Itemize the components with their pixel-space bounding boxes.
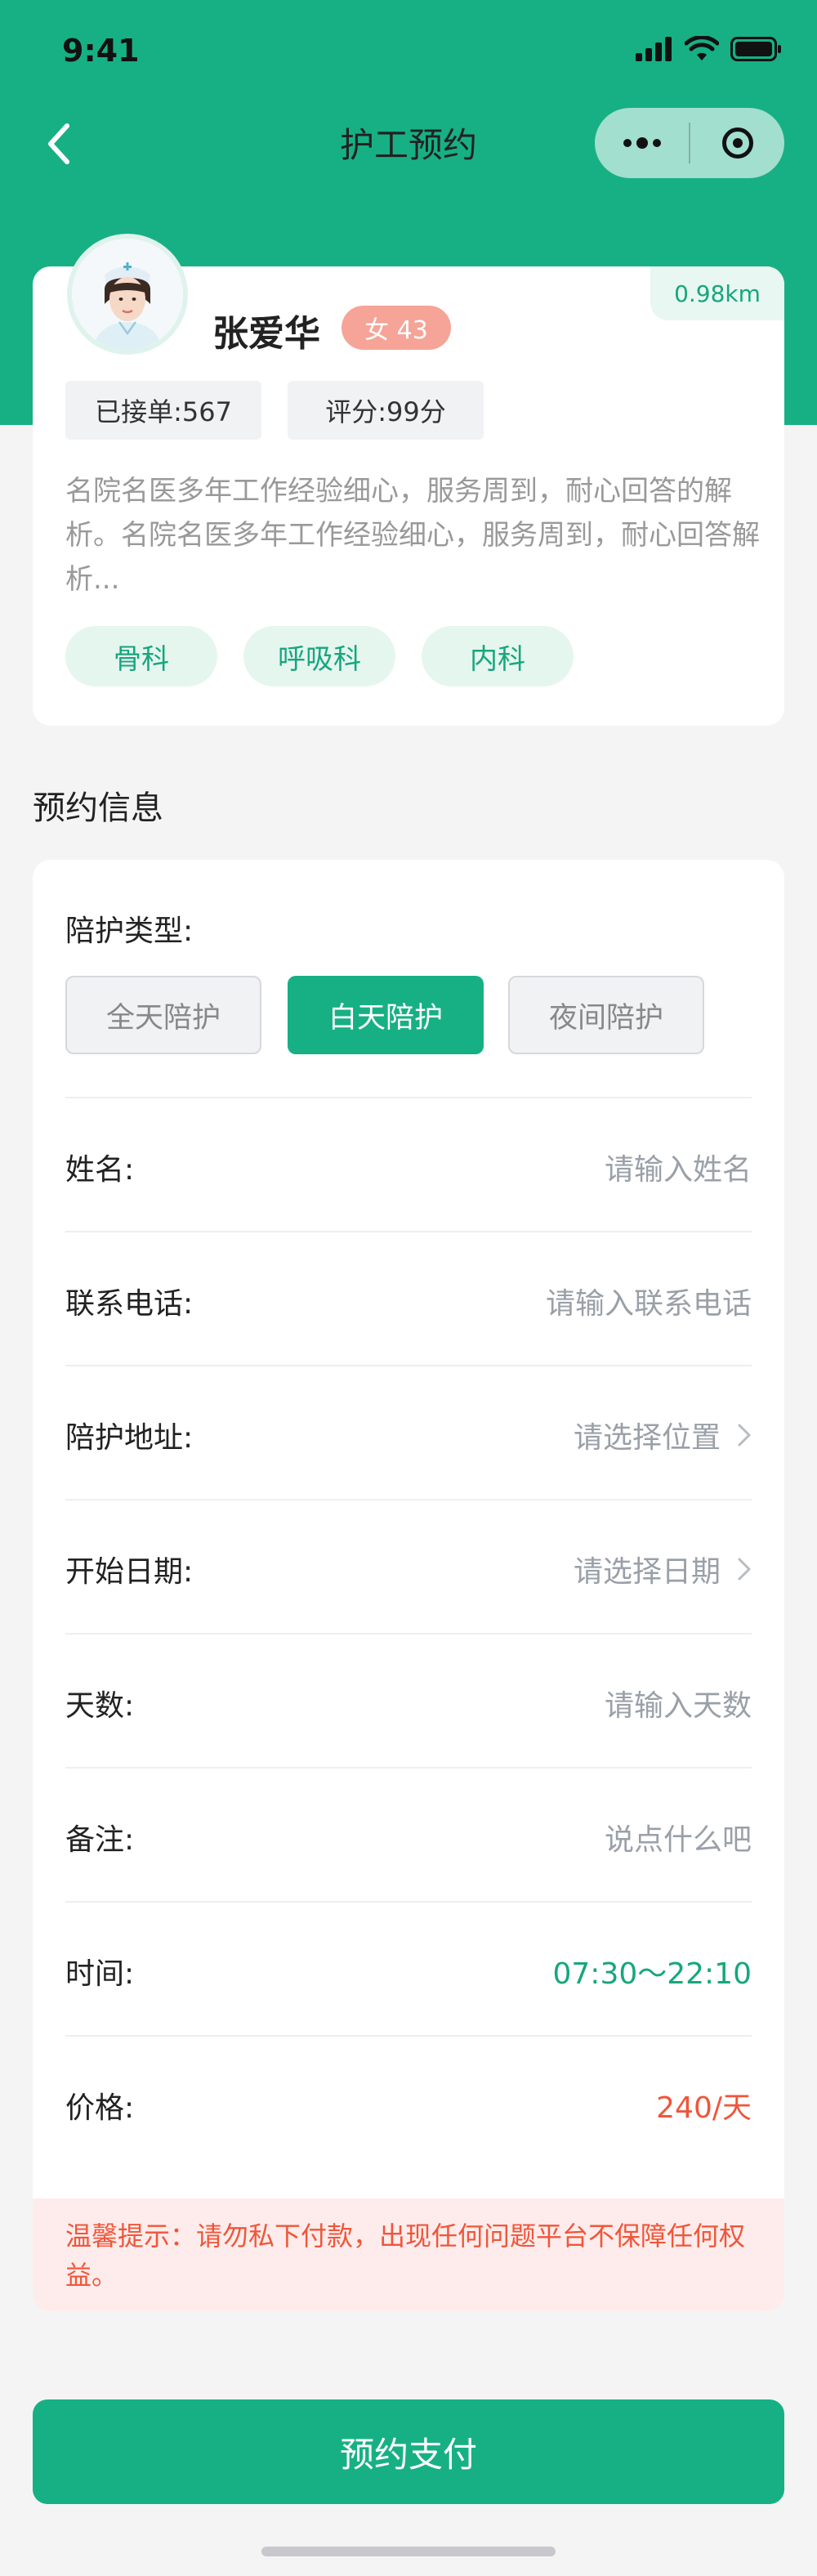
booking-form-card: 陪护类型: 全天陪护 白天陪护 夜间陪护 姓名: 请输入姓名 联系电话: 请输入… xyxy=(33,860,784,2311)
status-icons xyxy=(636,36,783,62)
name-row: 姓名: 请输入姓名 xyxy=(65,1097,752,1232)
care-type-option-night[interactable]: 夜间陪护 xyxy=(508,976,704,1054)
care-type-label: 陪护类型: xyxy=(65,915,194,948)
phone-label: 联系电话: xyxy=(65,1287,194,1321)
battery-icon xyxy=(730,37,781,61)
remark-label: 备注: xyxy=(65,1823,135,1857)
avatar xyxy=(67,234,188,355)
distance-badge: 0.98km xyxy=(650,266,784,320)
start-date-label: 开始日期: xyxy=(65,1555,194,1589)
phone-row: 联系电话: 请输入联系电话 xyxy=(65,1231,752,1366)
address-select[interactable]: 请选择位置 xyxy=(574,1414,752,1456)
chevron-right-icon xyxy=(738,1424,751,1447)
specialty-tag: 骨科 xyxy=(65,626,217,686)
remark-input[interactable]: 说点什么吧 xyxy=(605,1816,752,1858)
start-date-placeholder: 请选择日期 xyxy=(573,1555,721,1589)
close-mini-program-button[interactable] xyxy=(690,108,784,178)
days-row: 天数: 请输入天数 xyxy=(65,1633,752,1769)
address-row[interactable]: 陪护地址: 请选择位置 xyxy=(65,1365,752,1500)
gender-age-badge: 女 43 xyxy=(342,306,451,350)
caregiver-description: 名院名医多年工作经验细心，服务周到，耐心回答的解析。名院名医多年工作经验细心，服… xyxy=(65,475,760,596)
price-label: 价格: xyxy=(65,2091,135,2125)
time-value: 07:30～22:10 xyxy=(552,1957,752,1991)
care-type-option-daytime[interactable]: 白天陪护 xyxy=(288,976,484,1054)
nurse-avatar-icon xyxy=(72,239,183,350)
signal-icon xyxy=(636,37,672,61)
phone-input[interactable]: 请输入联系电话 xyxy=(546,1280,752,1322)
home-indicator xyxy=(261,2547,556,2556)
orders-count: 已接单:567 xyxy=(65,381,261,440)
more-button[interactable] xyxy=(595,108,689,178)
mini-program-capsule xyxy=(595,108,784,178)
price-row: 价格: 240/天 xyxy=(65,2035,752,2171)
time-label: 时间: xyxy=(65,1957,135,1991)
price-value: 240/天 xyxy=(656,2091,752,2125)
status-time: 9:41 xyxy=(62,33,140,69)
specialty-tag: 内科 xyxy=(422,626,574,686)
start-date-select[interactable]: 请选择日期 xyxy=(574,1548,752,1590)
address-label: 陪护地址: xyxy=(65,1421,194,1455)
address-select-placeholder: 请选择位置 xyxy=(573,1421,721,1455)
specialty-tag: 呼吸科 xyxy=(243,626,395,686)
name-input[interactable]: 请输入姓名 xyxy=(605,1146,752,1188)
section-title: 预约信息 xyxy=(33,789,163,827)
time-row: 时间: 07:30～22:10 xyxy=(65,1901,752,2037)
more-icon xyxy=(623,137,661,149)
book-pay-button[interactable]: 预约支付 xyxy=(33,2399,784,2504)
remark-row: 备注: 说点什么吧 xyxy=(65,1767,752,1903)
chevron-right-icon xyxy=(738,1558,751,1581)
warning-notice: 温馨提示：请勿私下付款，出现任何问题平台不保障任何权益。 xyxy=(33,2198,784,2311)
target-icon xyxy=(721,127,753,159)
days-input[interactable]: 请输入天数 xyxy=(605,1682,752,1724)
days-label: 天数: xyxy=(65,1689,135,1723)
wifi-icon xyxy=(685,36,719,60)
care-type-option-fullday[interactable]: 全天陪护 xyxy=(65,976,261,1054)
rating-score: 评分:99分 xyxy=(288,381,484,440)
caregiver-name: 张爱华 xyxy=(212,313,320,355)
name-label: 姓名: xyxy=(65,1153,135,1187)
start-date-row[interactable]: 开始日期: 请选择日期 xyxy=(65,1499,752,1635)
